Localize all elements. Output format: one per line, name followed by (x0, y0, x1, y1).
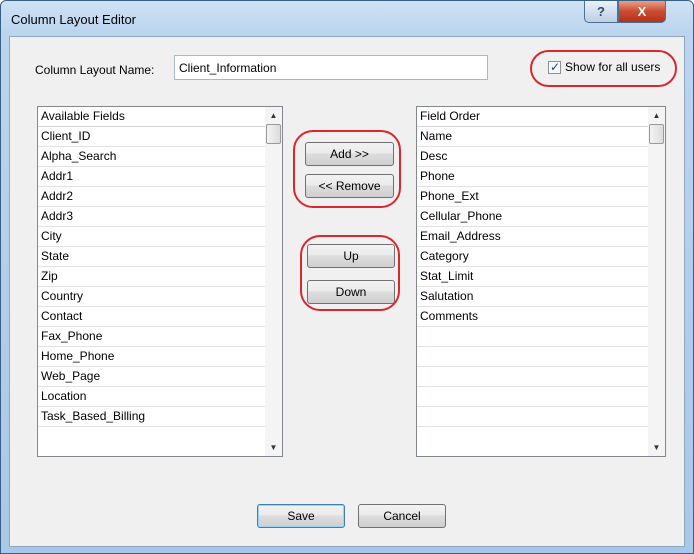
list-item[interactable]: Task_Based_Billing (38, 407, 265, 427)
list-item[interactable]: Fax_Phone (38, 327, 265, 347)
list-item[interactable]: Email_Address (417, 227, 648, 247)
checkmark-icon: ✓ (550, 59, 561, 74)
window-title: Column Layout Editor (11, 12, 137, 27)
list-item[interactable]: Addr1 (38, 167, 265, 187)
scroll-thumb[interactable] (649, 124, 664, 144)
list-item[interactable]: City (38, 227, 265, 247)
list-item[interactable]: Phone_Ext (417, 187, 648, 207)
down-button[interactable]: Down (307, 280, 395, 304)
list-item[interactable]: Category (417, 247, 648, 267)
list-item[interactable]: Addr3 (38, 207, 265, 227)
help-button[interactable]: ? (584, 1, 618, 23)
list-item[interactable]: Home_Phone (38, 347, 265, 367)
list-item[interactable]: Salutation (417, 287, 648, 307)
up-button[interactable]: Up (307, 244, 395, 268)
scroll-thumb[interactable] (266, 124, 281, 144)
field-order-scrollbar[interactable]: ▲ ▼ (648, 107, 665, 456)
scroll-down-icon[interactable]: ▼ (265, 439, 282, 456)
list-item[interactable]: State (38, 247, 265, 267)
close-icon: X (637, 4, 647, 19)
list-item[interactable]: Addr2 (38, 187, 265, 207)
list-item[interactable]: Desc (417, 147, 648, 167)
checkbox-box[interactable]: ✓ (548, 59, 561, 74)
scroll-up-icon[interactable]: ▲ (265, 107, 282, 124)
available-fields-scrollbar[interactable]: ▲ ▼ (265, 107, 282, 456)
list-item[interactable]: Phone (417, 167, 648, 187)
remove-button[interactable]: << Remove (305, 174, 394, 198)
list-item[interactable]: Web_Page (38, 367, 265, 387)
layout-name-label: Column Layout Name: (35, 63, 155, 77)
list-item[interactable]: Cellular_Phone (417, 207, 648, 227)
field-order-list[interactable]: Field Order Name Desc Phone Phone_Ext Cellul… (416, 106, 666, 457)
add-button[interactable]: Add >> (305, 142, 394, 166)
title-bar[interactable]: Column Layout Editor ? X (1, 1, 693, 37)
list-item[interactable]: Country (38, 287, 265, 307)
save-button[interactable]: Save (257, 504, 345, 528)
available-fields-list[interactable]: Available Fields Client_ID Alpha_Search Ad… (37, 106, 283, 457)
list-item[interactable]: Location (38, 387, 265, 407)
scroll-up-icon[interactable]: ▲ (648, 107, 665, 124)
show-all-users-label: Show for all users (565, 60, 661, 74)
empty-list-row (417, 327, 648, 347)
cancel-button[interactable]: Cancel (358, 504, 446, 528)
field-order-header: Field Order (417, 107, 648, 127)
empty-list-row (417, 387, 648, 407)
show-all-users-checkbox[interactable]: ✓ Show for all users (548, 60, 660, 74)
dialog-window: Column Layout Editor ? X Column Layout N… (0, 0, 694, 554)
list-item[interactable]: Comments (417, 307, 648, 327)
help-icon: ? (597, 4, 605, 19)
list-item[interactable]: Zip (38, 267, 265, 287)
list-item[interactable]: Name (417, 127, 648, 147)
dialog-body: Column Layout Name: ✓ Show for all users… (9, 36, 685, 547)
list-item[interactable]: Contact (38, 307, 265, 327)
layout-name-input[interactable] (174, 55, 488, 80)
list-item[interactable]: Alpha_Search (38, 147, 265, 167)
empty-list-row (417, 347, 648, 367)
close-button[interactable]: X (618, 1, 666, 23)
list-item[interactable]: Client_ID (38, 127, 265, 147)
empty-list-row (417, 407, 648, 427)
available-fields-header: Available Fields (38, 107, 265, 127)
empty-list-row (417, 367, 648, 387)
list-item[interactable]: Stat_Limit (417, 267, 648, 287)
scroll-down-icon[interactable]: ▼ (648, 439, 665, 456)
